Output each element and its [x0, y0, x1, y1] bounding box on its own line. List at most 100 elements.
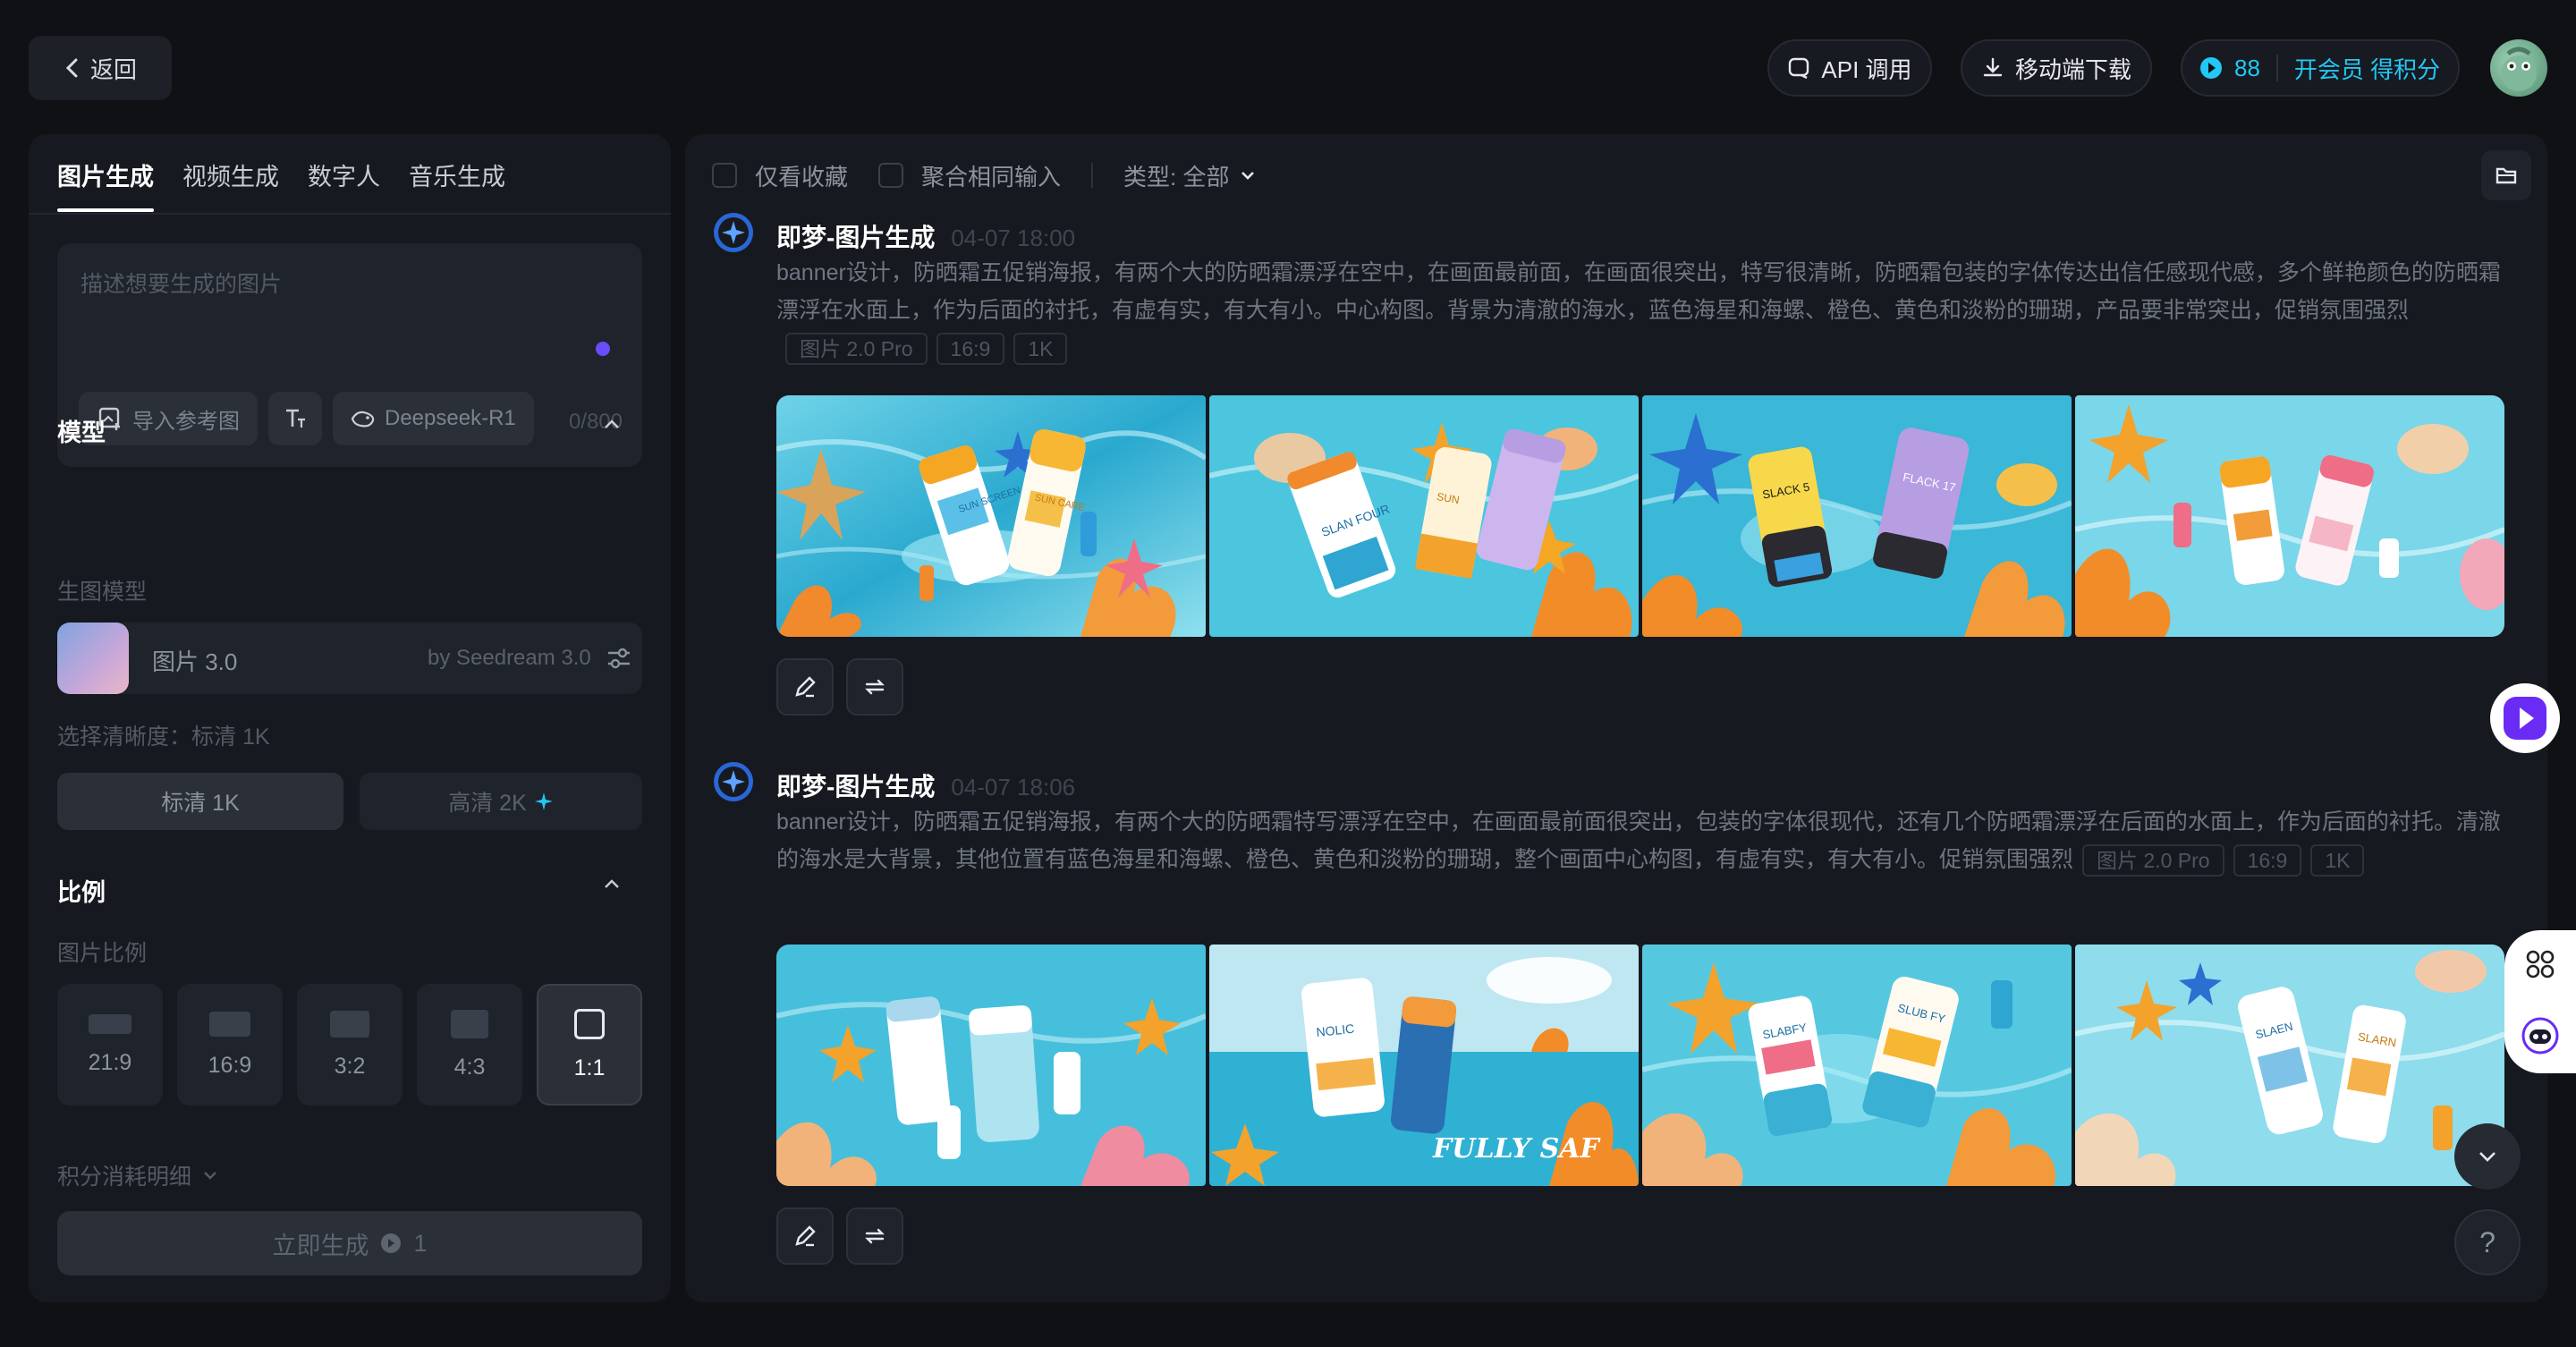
sunscreen-ocean-image: SUN SCREEN SUN CARE [776, 395, 1206, 637]
refresh-icon [865, 679, 885, 695]
cost-details-link[interactable]: 积分消耗明细 [57, 1159, 220, 1191]
edit-button[interactable] [776, 658, 834, 716]
ratio-21-9[interactable]: 21:9 [57, 984, 163, 1106]
avatar-icon [2501, 47, 2537, 91]
pencil-icon [795, 676, 816, 698]
status-dot [596, 342, 610, 356]
generate-button[interactable]: 立即生成 1 [57, 1211, 642, 1275]
import-ref-label: 导入参考图 [132, 409, 240, 434]
result-image[interactable] [2075, 395, 2504, 637]
ratio-1-1[interactable]: 1:1 [537, 984, 642, 1106]
ratio-tag: 16:9 [936, 333, 1005, 366]
resolution-tag: 1K [1013, 333, 1068, 366]
chevron-up-icon[interactable] [599, 411, 624, 436]
tab-digital-human[interactable]: 数字人 [308, 157, 380, 212]
avatar[interactable] [2490, 39, 2547, 97]
sparkle-icon [534, 792, 553, 810]
model-tag: 图片 2.0 Pro [2082, 844, 2224, 877]
deepseek-button[interactable]: Deepseek-R1 [333, 392, 534, 445]
ratio-shape [451, 1009, 488, 1038]
ratio-shape [209, 1011, 250, 1037]
sunscreen-ocean-image: SLACK 5 FLACK 17 [1642, 395, 2072, 637]
refresh-icon [865, 1228, 885, 1244]
result-image[interactable] [776, 945, 1206, 1186]
ratio-16-9[interactable]: 16:9 [177, 984, 283, 1106]
apps-grid-icon[interactable] [2524, 948, 2556, 980]
image-grid: NOLIC FULLY SAF SLABFY SLUB FY SLAEN SLA… [776, 945, 2504, 1186]
merge-same-checkbox[interactable] [878, 163, 904, 188]
chevron-down-icon [1241, 172, 1255, 180]
result-image[interactable]: SLAEN SLARN [2075, 945, 2504, 1186]
result-image[interactable]: SLAN FOUR SUN [1209, 395, 1639, 637]
record-title-text: 即梦-图片生成 [776, 773, 936, 801]
record-time: 04-07 18:00 [951, 224, 1076, 251]
assistant-bot-icon[interactable] [2521, 1016, 2560, 1055]
sliders-icon[interactable] [605, 644, 633, 673]
video-assistant-button[interactable] [2490, 683, 2560, 753]
prompt-tools: 导入参考图 Deepseek-R1 [79, 392, 534, 445]
tab-music[interactable]: 音乐生成 [409, 157, 505, 212]
edit-button[interactable] [776, 1207, 834, 1265]
dreamina-logo-icon [714, 762, 753, 801]
tab-video[interactable]: 视频生成 [182, 157, 279, 212]
credits-pill[interactable]: 88 开会员 得积分 [2181, 39, 2460, 97]
ratio-label: 16:9 [208, 1052, 252, 1078]
prompt-input[interactable]: 描述想要生成的图片 导入参考图 Deepseek-R1 0/800 [57, 243, 642, 467]
back-button[interactable]: 返回 [29, 36, 172, 100]
model-selector[interactable]: 图片 3.0 by Seedream 3.0 [57, 623, 642, 694]
resolution-tag: 1K [2310, 844, 2365, 877]
resolution-label: 选择清晰度：标清 1K [57, 724, 270, 750]
mobile-download-button[interactable]: 移动端下载 [1961, 39, 2152, 97]
fav-only-label: 仅看收藏 [755, 163, 849, 191]
scroll-down-button[interactable] [2454, 1123, 2521, 1190]
text-style-button[interactable] [268, 392, 322, 445]
api-button[interactable]: API 调用 [1767, 39, 1932, 97]
ratio-options: 21:9 16:9 3:2 4:3 1:1 [57, 984, 642, 1106]
model-tag: 图片 2.0 Pro [785, 333, 928, 366]
ratio-4-3[interactable]: 4:3 [417, 984, 522, 1106]
record-title: 即梦-图片生成 04-07 18:06 [776, 767, 1075, 803]
record-prompt[interactable]: banner设计，防晒霜五促销海报，有两个大的防晒霜特写漂浮在空中，在画面最前面… [776, 803, 2512, 878]
sunscreen-ocean-image: NOLIC FULLY SAF [1209, 945, 1639, 1186]
result-image[interactable]: SUN SCREEN SUN CARE [776, 395, 1206, 637]
help-button[interactable]: ? [2454, 1209, 2521, 1275]
result-image[interactable]: SLACK 5 FLACK 17 [1642, 395, 2072, 637]
model-name: 图片 3.0 [152, 648, 238, 675]
regenerate-button[interactable] [846, 658, 903, 716]
import-reference-button[interactable]: 导入参考图 [79, 392, 258, 445]
record-prompt[interactable]: banner设计，防晒霜五促销海报，有两个大的防晒霜漂浮在空中，在画面最前面，在… [776, 254, 2512, 367]
generation-panel: 图片生成 视频生成 数字人 音乐生成 描述想要生成的图片 导入参考图 Deeps… [29, 134, 671, 1302]
credit-divider [2275, 55, 2278, 81]
tab-image[interactable]: 图片生成 [57, 157, 154, 212]
chevron-down-icon [204, 1172, 216, 1180]
ratio-label: 4:3 [453, 1054, 486, 1080]
record-actions [776, 658, 903, 716]
model-section-title: 模型 [57, 419, 106, 446]
model-thumbnail [57, 623, 129, 694]
regenerate-button[interactable] [846, 1207, 903, 1265]
sunscreen-ocean-image [2075, 395, 2504, 637]
res-2k-label: 高清 2K [448, 791, 527, 816]
image-grid: SUN SCREEN SUN CARE SLAN FOUR SUN SLACK … [776, 395, 2504, 637]
resolution-1k-button[interactable]: 标清 1K [57, 773, 343, 830]
folder-button[interactable] [2481, 150, 2531, 200]
filter-bar: 仅看收藏 聚合相同输入 类型: 全部 [712, 157, 1258, 193]
back-label: 返回 [89, 55, 137, 83]
prompt-placeholder: 描述想要生成的图片 [80, 272, 283, 297]
top-bar: 返回 API 调用 移动端下载 88 开会员 得积分 [0, 0, 2576, 134]
ratio-3-2[interactable]: 3:2 [297, 984, 402, 1106]
mode-tabs: 图片生成 视频生成 数字人 音乐生成 [57, 157, 505, 212]
ratio-label: 1:1 [573, 1055, 606, 1080]
credit-coin-icon [2200, 57, 2222, 79]
resolution-2k-button[interactable]: 高清 2K [360, 773, 642, 830]
ratio-sub-label: 图片比例 [57, 941, 148, 966]
result-image[interactable]: SLABFY SLUB FY [1642, 945, 2072, 1186]
type-filter-select[interactable]: 类型: 全部 [1123, 159, 1258, 192]
deepseek-label: Deepseek-R1 [385, 406, 516, 430]
result-image[interactable]: NOLIC FULLY SAF [1209, 945, 1639, 1186]
side-tool-stack [2504, 930, 2576, 1073]
fav-only-checkbox[interactable] [712, 163, 737, 188]
chevron-up-icon[interactable] [599, 871, 624, 896]
generate-cost: 1 [413, 1229, 428, 1257]
folder-icon [2496, 167, 2517, 184]
